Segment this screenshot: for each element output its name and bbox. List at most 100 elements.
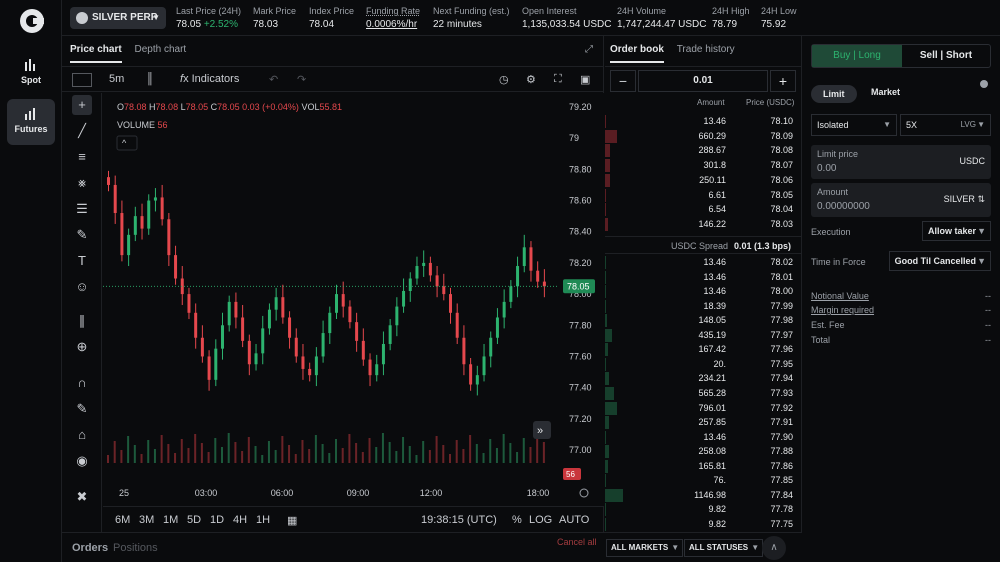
decrease-tick-button[interactable]: −: [610, 70, 636, 92]
fib-tool-icon[interactable]: ☰: [72, 199, 92, 219]
percent-scale-toggle[interactable]: %: [512, 514, 522, 526]
lock-drawing-icon[interactable]: ✎: [72, 399, 92, 419]
crosshair-tool-icon[interactable]: +: [72, 95, 92, 115]
bid-row[interactable]: 1146.98 77.84: [605, 488, 802, 503]
horizontal-lines-tool-icon[interactable]: ≡: [72, 147, 92, 167]
ask-row[interactable]: 13.46 78.10: [605, 114, 802, 129]
bid-row[interactable]: 13.46 78.02: [605, 255, 802, 270]
text-tool-icon[interactable]: T: [72, 251, 92, 271]
interval-selector[interactable]: 5m: [109, 73, 124, 85]
bid-row[interactable]: 565.28 77.93: [605, 386, 802, 401]
fullscreen-icon[interactable]: ⛶: [554, 73, 562, 86]
bid-amount: 20.: [713, 358, 726, 369]
tab-order-book[interactable]: Order book: [610, 44, 664, 63]
order-type-market[interactable]: Market: [871, 87, 900, 97]
redo-icon[interactable]: ↷: [297, 73, 306, 86]
emoji-tool-icon[interactable]: ☺: [72, 277, 92, 297]
bid-row[interactable]: 435.19 77.97: [605, 328, 802, 343]
tick-size-value[interactable]: 0.01: [638, 70, 768, 92]
amount-field[interactable]: Amount 0.00000000 SILVER ⇅: [811, 183, 991, 217]
bid-row[interactable]: 13.46 78.00: [605, 284, 802, 299]
sell-short-button[interactable]: Sell | Short: [902, 45, 990, 67]
info-icon[interactable]: [980, 80, 988, 88]
camera-icon[interactable]: ▣: [580, 73, 590, 86]
tab-price-chart[interactable]: Price chart: [70, 44, 122, 63]
market-selector[interactable]: SILVER PERP ▼: [70, 7, 166, 29]
timeframe-1h[interactable]: 1H: [256, 514, 270, 526]
last-price-value: 78.05: [176, 19, 202, 30]
timeframe-1m[interactable]: 1M: [163, 514, 178, 526]
stat-funding-rate[interactable]: Funding Rate 0.0006%/hr: [366, 6, 420, 30]
tab-depth-chart[interactable]: Depth chart: [134, 44, 186, 61]
candle-type-icon[interactable]: ║: [146, 73, 154, 85]
alert-clock-icon[interactable]: ◷: [499, 73, 509, 86]
ask-row[interactable]: 301.8 78.07: [605, 158, 802, 173]
timeframe-3m[interactable]: 3M: [139, 514, 154, 526]
indicators-button[interactable]: fx Indicators: [180, 73, 239, 85]
buy-long-button[interactable]: Buy | Long: [812, 45, 902, 67]
bid-row[interactable]: 9.82 77.75: [605, 517, 802, 532]
lock-icon[interactable]: ⌂: [72, 425, 92, 445]
log-scale-toggle[interactable]: LOG: [529, 514, 552, 526]
trendline-tool-icon[interactable]: ╱: [72, 121, 92, 141]
gear-icon[interactable]: ⚙: [526, 73, 536, 86]
trash-icon[interactable]: ✖: [72, 487, 92, 507]
bid-row[interactable]: 76. 77.85: [605, 473, 802, 488]
bid-row[interactable]: 167.42 77.96: [605, 342, 802, 357]
tab-orders[interactable]: Orders: [72, 542, 108, 554]
brush-tool-icon[interactable]: ✎: [72, 225, 92, 245]
magnet-tool-icon[interactable]: ∩: [72, 373, 92, 393]
all-statuses-filter[interactable]: ALL STATUSES ▼: [684, 539, 764, 557]
undo-icon[interactable]: ↶: [269, 73, 278, 86]
pattern-tool-icon[interactable]: ⨳: [72, 173, 92, 193]
price-chart[interactable]: 79.20 79 78.80 78.60 78.40 78.20 78.00 77.80 77.…: [103, 93, 604, 506]
volume-bar: [107, 455, 109, 463]
zoom-in-tool-icon[interactable]: ⊕: [72, 337, 92, 357]
increase-tick-button[interactable]: +: [770, 70, 796, 92]
candle-body: [328, 312, 332, 334]
timeframe-1d[interactable]: 1D: [210, 514, 224, 526]
cancel-all-button[interactable]: Cancel all: [557, 537, 597, 547]
ask-row[interactable]: 146.22 78.03: [605, 217, 802, 232]
bid-row[interactable]: 13.46 78.01: [605, 270, 802, 285]
crosshair-icon[interactable]: [72, 73, 92, 87]
nav-item-spot[interactable]: Spot: [7, 50, 55, 96]
bid-row[interactable]: 18.39 77.99: [605, 299, 802, 314]
bid-row[interactable]: 165.81 77.86: [605, 459, 802, 474]
ask-row[interactable]: 660.29 78.09: [605, 129, 802, 144]
bid-row[interactable]: 796.01 77.92: [605, 401, 802, 416]
margin-mode-select[interactable]: Isolated ▼: [811, 114, 897, 136]
ask-row[interactable]: 250.11 78.06: [605, 173, 802, 188]
bid-row[interactable]: 258.08 77.88: [605, 444, 802, 459]
leverage-input[interactable]: 5X LVG ▼: [900, 114, 991, 136]
tab-trade-history[interactable]: Trade history: [677, 44, 735, 61]
bid-row[interactable]: 9.82 77.78: [605, 502, 802, 517]
execution-select[interactable]: Allow taker ▼: [921, 221, 991, 241]
timeframe-6m[interactable]: 6M: [115, 514, 130, 526]
bid-row[interactable]: 257.85 77.91: [605, 415, 802, 430]
utc-clock[interactable]: 19:38:15 (UTC): [421, 514, 497, 526]
time-in-force-select[interactable]: Good Til Cancelled ▼: [888, 251, 991, 271]
limit-price-field[interactable]: Limit price 0.00 USDC: [811, 145, 991, 179]
order-type-limit[interactable]: Limit: [811, 85, 857, 103]
timeframe-4h[interactable]: 4H: [233, 514, 247, 526]
eye-icon[interactable]: ◉: [72, 451, 92, 471]
nav-item-futures[interactable]: Futures: [7, 99, 55, 145]
candlestick-chart[interactable]: 79.207978.8078.6078.4078.2078.0077.8077.…: [103, 93, 604, 506]
ask-row[interactable]: 6.54 78.04: [605, 202, 802, 217]
timeframe-5d[interactable]: 5D: [187, 514, 201, 526]
ask-row[interactable]: 288.67 78.08: [605, 143, 802, 158]
bid-row[interactable]: 234.21 77.94: [605, 371, 802, 386]
expand-icon[interactable]: ⤢: [585, 44, 593, 55]
coinbase-logo-icon[interactable]: [20, 9, 44, 33]
bid-row[interactable]: 148.05 77.98: [605, 313, 802, 328]
date-range-icon[interactable]: ▦: [287, 514, 297, 527]
all-markets-filter[interactable]: ALL MARKETS ▼: [606, 539, 684, 557]
bid-row[interactable]: 20. 77.95: [605, 357, 802, 372]
auto-scale-toggle[interactable]: AUTO: [559, 514, 589, 526]
tab-positions[interactable]: Positions: [113, 542, 158, 554]
ask-row[interactable]: 6.61 78.05: [605, 188, 802, 203]
chevron-up-icon[interactable]: ∧: [762, 536, 786, 560]
ruler-tool-icon[interactable]: ∥: [72, 311, 92, 331]
bid-row[interactable]: 13.46 77.90: [605, 430, 802, 445]
